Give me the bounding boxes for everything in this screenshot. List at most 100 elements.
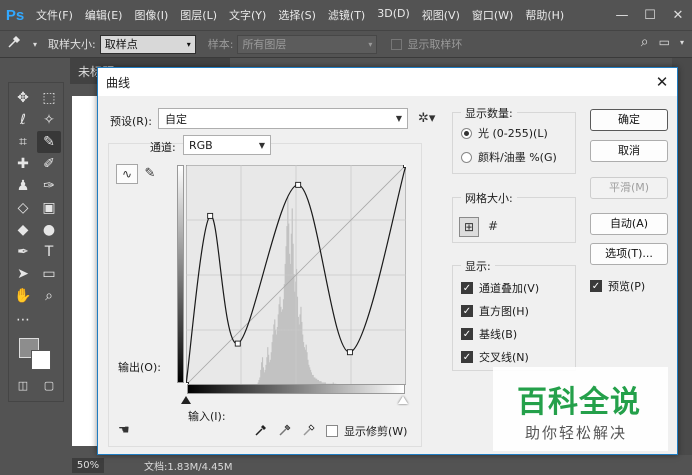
sample-size-select[interactable]: 取样点 ▾ [99, 34, 196, 54]
curve-point-icon[interactable]: ∿ [116, 164, 138, 184]
menu-item[interactable]: 视图(V) [416, 7, 466, 23]
eyedropper-tool-icon[interactable]: ✎ [37, 131, 61, 153]
show-amount-legend: 显示数量: [461, 105, 517, 121]
screen-mode-icon[interactable]: ▢ [37, 375, 61, 397]
menu-item[interactable]: 图像(I) [128, 7, 174, 23]
restore-button[interactable]: ☐ [636, 8, 664, 23]
channel-overlays-checkbox[interactable]: ✓ 通道叠加(V) [461, 280, 539, 296]
stamp-tool-icon[interactable]: ♟ [11, 175, 35, 197]
workspace-icon[interactable]: ▭ [659, 35, 670, 49]
smooth-button[interactable]: 平滑(M) [590, 177, 668, 199]
lasso-tool-icon[interactable]: ℓ [11, 109, 35, 131]
preset-label: 预设(R): [110, 115, 152, 128]
marquee-tool-icon[interactable]: ⬚ [37, 87, 61, 109]
history-brush-tool-icon[interactable]: ✑ [37, 175, 61, 197]
gradient-tool-icon[interactable]: ▣ [37, 197, 61, 219]
rectangle-tool-icon[interactable]: ▭ [37, 263, 61, 285]
options-bar: ▾ 取样大小: 取样点 ▾ 样本: 所有图层 ▾ 显示取样环 ⌕ ▭ ▾ [0, 30, 692, 58]
show-clipping-checkbox[interactable]: 显示修剪(W) [326, 423, 407, 439]
curve-control-point[interactable] [403, 165, 407, 168]
channel-overlays-label: 通道叠加(V) [479, 282, 540, 295]
pencil-icon[interactable]: ✎ [140, 164, 160, 184]
path-selection-tool-icon[interactable]: ➤ [11, 263, 35, 285]
menu-item[interactable]: 帮助(H) [519, 7, 570, 23]
simple-grid-icon[interactable]: ⊞ [459, 217, 479, 237]
cancel-button[interactable]: 取消 [590, 140, 668, 162]
gray-eyedropper-icon[interactable] [278, 423, 292, 441]
hand-tool-icon[interactable]: ✋ [11, 285, 35, 307]
preset-select[interactable]: 自定 ▼ [158, 108, 408, 129]
menu-item[interactable]: 滤镜(T) [322, 7, 371, 23]
dodge-tool-icon[interactable]: ● [37, 219, 61, 241]
eraser-tool-icon[interactable]: ◇ [11, 197, 35, 219]
menu-item[interactable]: 3D(D) [371, 7, 416, 23]
eyedropper-tool-icon[interactable] [0, 35, 28, 53]
watermark: 百科全说 助你轻松解决 [493, 367, 668, 451]
checkbox-box [326, 425, 338, 437]
zoom-tool-icon[interactable]: ⌕ [37, 285, 61, 307]
detailed-grid-icon[interactable]: # [483, 217, 503, 237]
radio-dot [461, 151, 472, 163]
menu-item[interactable]: 图层(L) [174, 7, 223, 23]
show-sampling-ring-label: 显示取样环 [407, 38, 463, 51]
light-label: 光 (0-255)(L) [478, 127, 548, 140]
chevron-down-icon: ▼ [395, 114, 402, 123]
menu-item[interactable]: 文字(Y) [223, 7, 272, 23]
light-radio[interactable]: 光 (0-255)(L) [461, 125, 548, 141]
healing-tool-icon[interactable]: ✚ [11, 153, 35, 175]
curve-control-point[interactable] [346, 349, 353, 356]
menu-item[interactable]: 窗口(W) [466, 7, 519, 23]
type-tool-icon[interactable]: T [37, 241, 61, 263]
ok-button[interactable]: 确定 [590, 109, 668, 131]
move-tool-icon[interactable]: ✥ [11, 87, 35, 109]
grid-size-group: 网格大小: ⊞ # [452, 190, 576, 243]
tool-preset-dropdown-icon[interactable]: ▾ [28, 40, 42, 49]
channel-select[interactable]: RGB ▼ [183, 135, 271, 155]
baseline-checkbox[interactable]: ✓ 基线(B) [461, 326, 517, 342]
magic-wand-tool-icon[interactable]: ✧ [37, 109, 61, 131]
curve-control-point[interactable] [295, 181, 302, 188]
options-button[interactable]: 选项(T)... [590, 243, 668, 265]
auto-button[interactable]: 自动(A) [590, 213, 668, 235]
pen-tool-icon[interactable]: ✒ [11, 241, 35, 263]
menu-item[interactable]: 编辑(E) [79, 7, 129, 23]
sample-select[interactable]: 所有图层 ▾ [237, 34, 378, 54]
curve-control-point[interactable] [207, 212, 214, 219]
black-point-slider[interactable] [181, 396, 191, 404]
target-adjust-icon[interactable]: ☚ [118, 423, 130, 438]
curve-control-point[interactable] [234, 340, 241, 347]
photoshop-logo-icon: Ps [5, 6, 25, 24]
watermark-title: 百科全说 [517, 385, 641, 420]
crop-tool-icon[interactable]: ⌗ [11, 131, 35, 153]
zoom-level[interactable]: 50% [72, 457, 104, 473]
black-eyedropper-icon[interactable] [254, 423, 268, 441]
channel-label: 通道: [150, 141, 176, 154]
white-point-slider[interactable] [398, 396, 408, 404]
histogram-checkbox[interactable]: ✓ 直方图(H) [461, 303, 529, 319]
quick-mask-icon[interactable]: ◫ [11, 375, 35, 397]
pigment-radio[interactable]: 颜料/油墨 %(G) [461, 149, 557, 165]
preview-checkbox[interactable]: ✓ 预览(P) [590, 278, 645, 294]
intersection-label: 交叉线(N) [479, 351, 529, 364]
sample-value: 所有图层 [242, 38, 287, 51]
white-eyedropper-icon[interactable] [302, 423, 316, 441]
gear-icon[interactable]: ✲▾ [418, 111, 435, 126]
chevron-down-icon[interactable]: ▾ [680, 38, 684, 47]
search-icon[interactable]: ⌕ [641, 34, 649, 50]
show-options-legend: 显示: [461, 258, 495, 274]
show-sampling-ring-checkbox[interactable]: 显示取样环 [391, 36, 462, 52]
menu-item[interactable]: 选择(S) [272, 7, 322, 23]
blur-tool-icon[interactable]: ◆ [11, 219, 35, 241]
menu-item[interactable]: 文件(F) [30, 7, 79, 23]
close-app-button[interactable]: ✕ [664, 8, 692, 23]
chevron-down-icon: ▼ [258, 140, 265, 150]
close-icon[interactable]: ✕ [647, 68, 677, 96]
tools-panel: ✥ ⬚ ℓ ✧ ⌗ ✎ ✚ ✐ ♟ ✑ ◇ ▣ ◆ ● ✒ T ➤ ▭ ✋ ⌕ … [8, 82, 64, 402]
input-label: 输入(I): [188, 410, 226, 423]
minimize-button[interactable]: — [608, 8, 636, 23]
curves-graph[interactable] [186, 165, 406, 385]
more-tools-icon[interactable]: ⋯ [11, 309, 35, 331]
brush-tool-icon[interactable]: ✐ [37, 153, 61, 175]
background-color-swatch[interactable] [31, 350, 51, 370]
intersection-checkbox[interactable]: ✓ 交叉线(N) [461, 349, 529, 365]
